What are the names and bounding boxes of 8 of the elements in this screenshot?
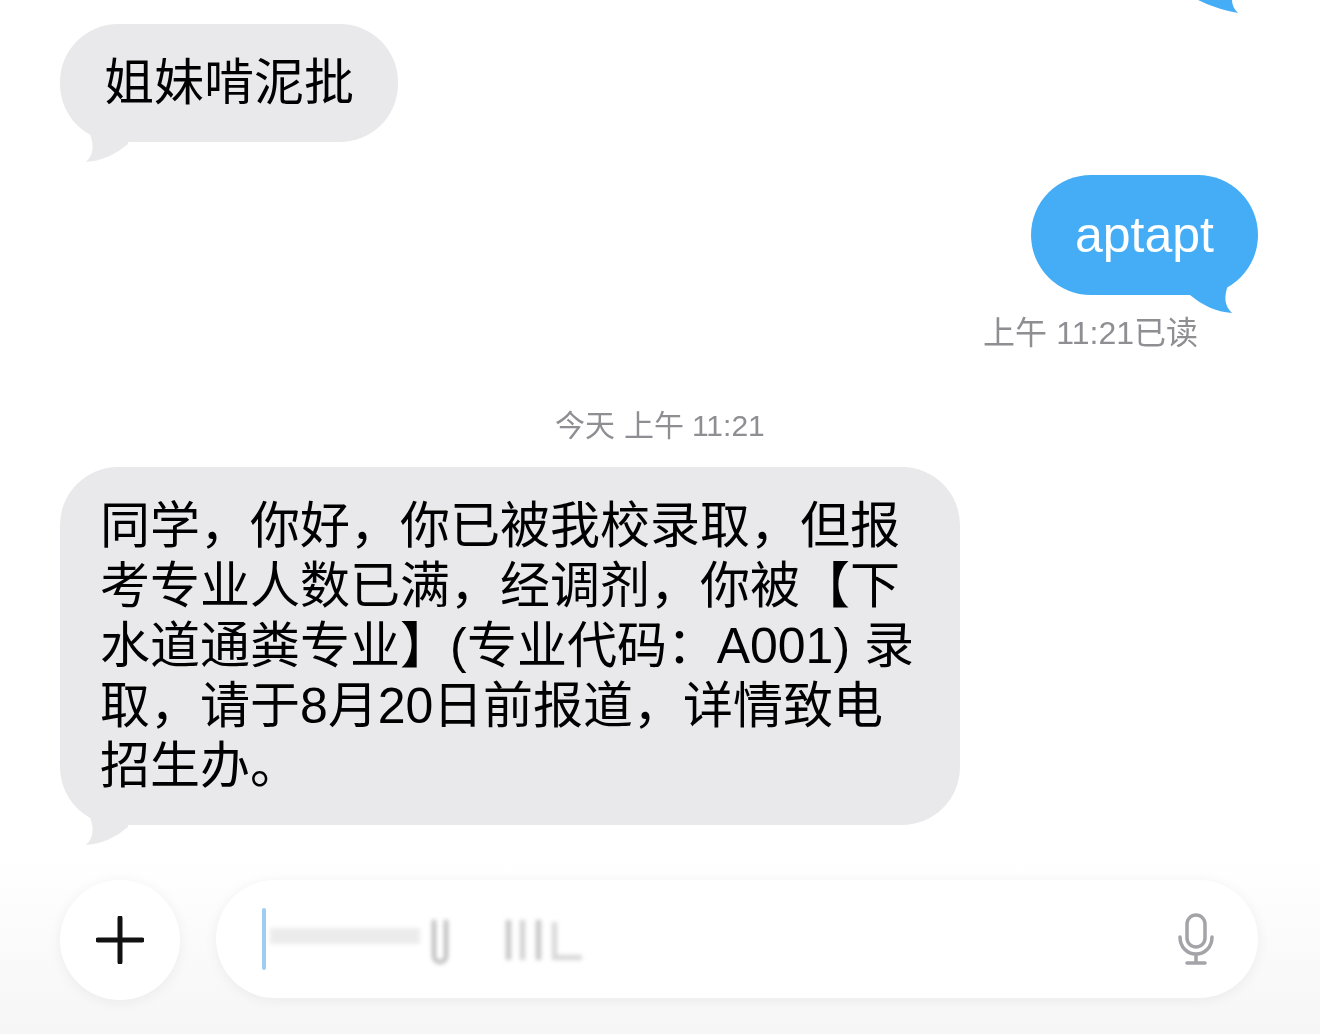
message-bubble: 同学，你好，你已被我校录取，但报考专业人数已满，经调剂，你被【下水道通粪专业】(专业代码：A001) 录取，请于8月20日前报道，详情致电招生办。 (60, 467, 960, 825)
message-bubble: aptapt (1031, 175, 1258, 295)
plus-icon (96, 916, 144, 964)
microphone-icon (1177, 913, 1215, 965)
read-receipt: 上午 11:21已读 (983, 315, 1198, 351)
microphone-button[interactable] (1176, 912, 1216, 966)
message-bubble: 姐妹啃泥批 (60, 24, 398, 142)
timestamp: 今天 上午 11:21 (555, 408, 765, 444)
